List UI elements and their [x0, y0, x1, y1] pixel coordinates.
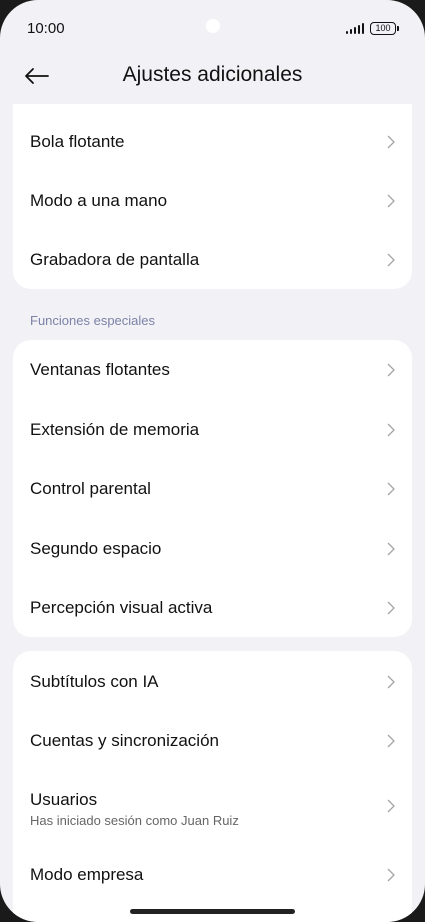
chevron-right-icon: [387, 194, 395, 207]
chevron-right-icon: [387, 253, 395, 266]
settings-item-label: Grabadora de pantalla: [30, 249, 200, 269]
home-indicator[interactable]: [130, 909, 295, 914]
settings-item-bola-flotante[interactable]: Bola flotante: [13, 112, 412, 171]
settings-item-label: Control parental: [30, 478, 151, 498]
settings-item-label: Percepción visual activa: [30, 597, 213, 617]
settings-item-extension-memoria[interactable]: Extensión de memoria: [13, 400, 412, 459]
settings-item-label: Modo empresa: [30, 864, 144, 884]
chevron-right-icon: [387, 363, 395, 376]
chevron-right-icon: [387, 734, 395, 747]
chevron-right-icon: [387, 868, 395, 881]
settings-item-modo-empresa[interactable]: Modo empresa: [13, 845, 412, 904]
battery-icon: 100: [370, 22, 399, 35]
chevron-right-icon: [387, 482, 395, 495]
settings-item-subtitle: Has iniciado sesión como Juan Ruiz: [30, 813, 239, 828]
settings-item-label: Usuarios: [30, 790, 98, 809]
phone-screen: 10:00 100 Ajustes adicionales Bola flota…: [0, 0, 425, 922]
settings-item-label: Cuentas y sincronización: [30, 730, 219, 750]
status-bar: 10:00 100: [0, 0, 425, 56]
app-header: Ajustes adicionales: [0, 56, 425, 104]
settings-item-segundo-espacio[interactable]: Segundo espacio: [13, 519, 412, 578]
back-button[interactable]: [24, 60, 64, 92]
settings-item-label: Ventanas flotantes: [30, 359, 170, 379]
settings-card-accounts: Subtítulos con IA Cuentas y sincronizaci…: [13, 651, 412, 922]
settings-item-label: Extensión de memoria: [30, 419, 200, 439]
chevron-right-icon: [387, 601, 395, 614]
back-arrow-icon: [25, 68, 49, 84]
front-camera: [206, 19, 220, 33]
chevron-right-icon: [387, 675, 395, 688]
section-header-funciones-especiales: Funciones especiales: [30, 313, 156, 328]
settings-item-modo-una-mano[interactable]: Modo a una mano: [13, 171, 412, 230]
settings-card-special: Ventanas flotantes Extensión de memoria …: [13, 340, 412, 637]
chevron-right-icon: [387, 799, 395, 813]
settings-item-ventanas-flotantes[interactable]: Ventanas flotantes: [13, 340, 412, 399]
settings-item-label: Bola flotante: [30, 131, 125, 151]
settings-item-grabadora-pantalla[interactable]: Grabadora de pantalla: [13, 230, 412, 289]
settings-item-control-parental[interactable]: Control parental: [13, 459, 412, 518]
settings-item-label: Subtítulos con IA: [30, 671, 159, 691]
settings-card-general: Bola flotante Modo a una mano Grabadora …: [13, 104, 412, 289]
signal-icon: [346, 23, 366, 34]
settings-item-percepcion-visual[interactable]: Percepción visual activa: [13, 578, 412, 637]
settings-item-subtitulos-ia[interactable]: Subtítulos con IA: [13, 652, 412, 711]
settings-item-cuentas-sincronizacion[interactable]: Cuentas y sincronización: [13, 711, 412, 770]
settings-item-usuarios[interactable]: Usuarios Has iniciado sesión como Juan R…: [13, 771, 412, 841]
settings-item-label: Modo a una mano: [30, 190, 168, 210]
status-time: 10:00: [27, 20, 65, 37]
chevron-right-icon: [387, 135, 395, 148]
settings-item-label: Segundo espacio: [30, 538, 162, 558]
chevron-right-icon: [387, 423, 395, 436]
chevron-right-icon: [387, 542, 395, 555]
